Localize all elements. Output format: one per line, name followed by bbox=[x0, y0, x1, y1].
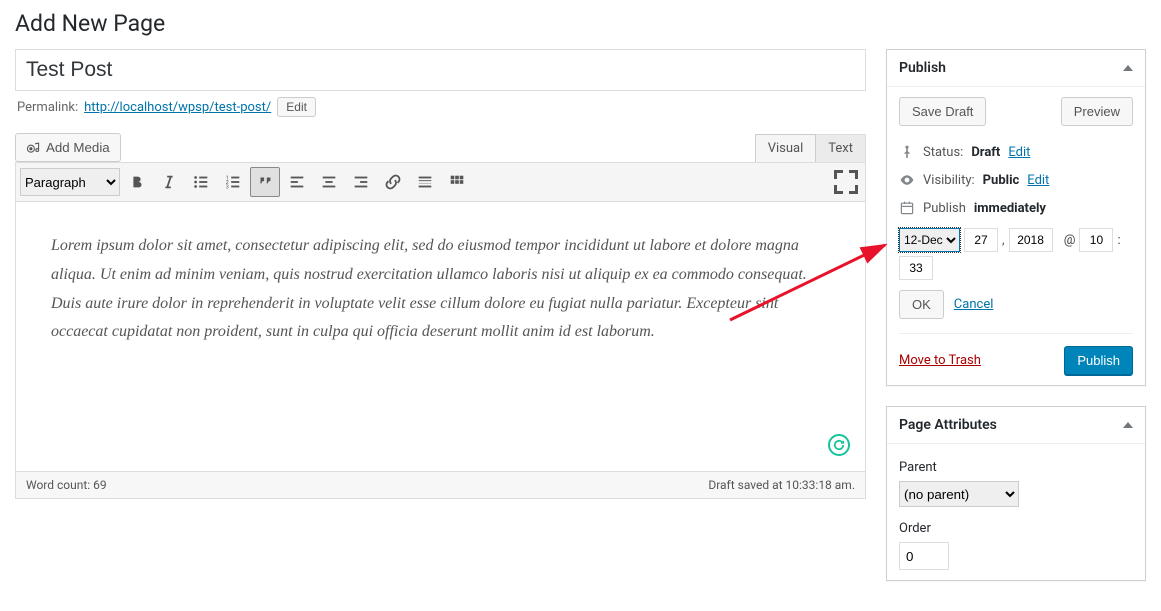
eye-icon bbox=[899, 172, 915, 188]
visibility-value: Public bbox=[983, 173, 1020, 188]
format-select[interactable]: Paragraph bbox=[20, 168, 120, 196]
publish-schedule-label: Publish bbox=[923, 201, 966, 216]
schedule-ok-button[interactable]: OK bbox=[899, 290, 944, 319]
status-label: Status: bbox=[923, 145, 963, 160]
collapse-icon bbox=[1123, 422, 1133, 428]
comma: , bbox=[1002, 233, 1005, 248]
status-edit-link[interactable]: Edit bbox=[1008, 145, 1030, 160]
word-count: Word count: 69 bbox=[26, 478, 107, 492]
visibility-label: Visibility: bbox=[923, 173, 975, 188]
preview-button[interactable]: Preview bbox=[1061, 97, 1133, 126]
tab-visual[interactable]: Visual bbox=[755, 134, 817, 162]
align-right-button[interactable] bbox=[346, 167, 376, 197]
visibility-edit-link[interactable]: Edit bbox=[1027, 173, 1049, 188]
collapse-icon bbox=[1123, 65, 1133, 71]
editor-content[interactable]: Lorem ipsum dolor sit amet, consectetur … bbox=[15, 202, 866, 472]
schedule-day-input[interactable] bbox=[964, 228, 998, 252]
pin-icon bbox=[899, 144, 915, 160]
bullet-list-button[interactable] bbox=[186, 167, 216, 197]
schedule-hour-input[interactable] bbox=[1079, 228, 1113, 252]
permalink-edit-button[interactable]: Edit bbox=[277, 97, 316, 117]
move-to-trash-link[interactable]: Move to Trash bbox=[899, 353, 981, 368]
page-attributes-box: Page Attributes Parent (no parent) Order bbox=[886, 406, 1146, 581]
schedule-cancel-link[interactable]: Cancel bbox=[954, 297, 994, 312]
schedule-month-select[interactable]: 12-Dec bbox=[899, 228, 960, 252]
numbered-list-button[interactable]: 123 bbox=[218, 167, 248, 197]
parent-label: Parent bbox=[899, 460, 1133, 475]
page-attributes-title: Page Attributes bbox=[899, 417, 997, 433]
tab-text[interactable]: Text bbox=[816, 134, 866, 162]
publish-box: Publish Save Draft Preview Status: Draft… bbox=[886, 49, 1146, 386]
at-symbol: @ bbox=[1064, 233, 1076, 248]
permalink-url[interactable]: http://localhost/wpsp/test-post/ bbox=[84, 100, 271, 115]
blockquote-button[interactable] bbox=[250, 167, 280, 197]
fullscreen-button[interactable] bbox=[831, 167, 861, 197]
post-title-input[interactable] bbox=[15, 49, 866, 91]
align-left-button[interactable] bbox=[282, 167, 312, 197]
publish-button[interactable]: Publish bbox=[1064, 346, 1133, 375]
draft-saved-status: Draft saved at 10:33:18 am. bbox=[708, 478, 855, 492]
grammarly-icon[interactable] bbox=[828, 434, 850, 456]
time-sep: : bbox=[1117, 233, 1120, 248]
parent-select[interactable]: (no parent) bbox=[899, 481, 1019, 507]
content-paragraph[interactable]: Lorem ipsum dolor sit amet, consectetur … bbox=[51, 232, 830, 347]
publish-box-header[interactable]: Publish bbox=[887, 50, 1145, 87]
camera-music-icon bbox=[26, 141, 40, 155]
add-media-label: Add Media bbox=[46, 140, 110, 155]
bold-button[interactable] bbox=[122, 167, 152, 197]
insert-more-button[interactable] bbox=[410, 167, 440, 197]
page-heading: Add New Page bbox=[15, 10, 1146, 37]
status-value: Draft bbox=[971, 145, 1000, 160]
italic-button[interactable] bbox=[154, 167, 184, 197]
schedule-year-input[interactable] bbox=[1009, 228, 1053, 252]
toolbar-toggle-button[interactable] bbox=[442, 167, 472, 197]
publish-box-title: Publish bbox=[899, 60, 946, 76]
svg-text:3: 3 bbox=[226, 184, 229, 190]
link-button[interactable] bbox=[378, 167, 408, 197]
order-label: Order bbox=[899, 521, 1133, 536]
page-attributes-header[interactable]: Page Attributes bbox=[887, 407, 1145, 444]
publish-schedule-value: immediately bbox=[974, 201, 1046, 216]
add-media-button[interactable]: Add Media bbox=[15, 133, 121, 162]
calendar-icon bbox=[899, 200, 915, 216]
align-center-button[interactable] bbox=[314, 167, 344, 197]
editor-toolbar: Paragraph 123 bbox=[15, 162, 866, 202]
save-draft-button[interactable]: Save Draft bbox=[899, 97, 986, 126]
permalink-label: Permalink: bbox=[17, 100, 78, 115]
schedule-minute-input[interactable] bbox=[899, 256, 933, 280]
